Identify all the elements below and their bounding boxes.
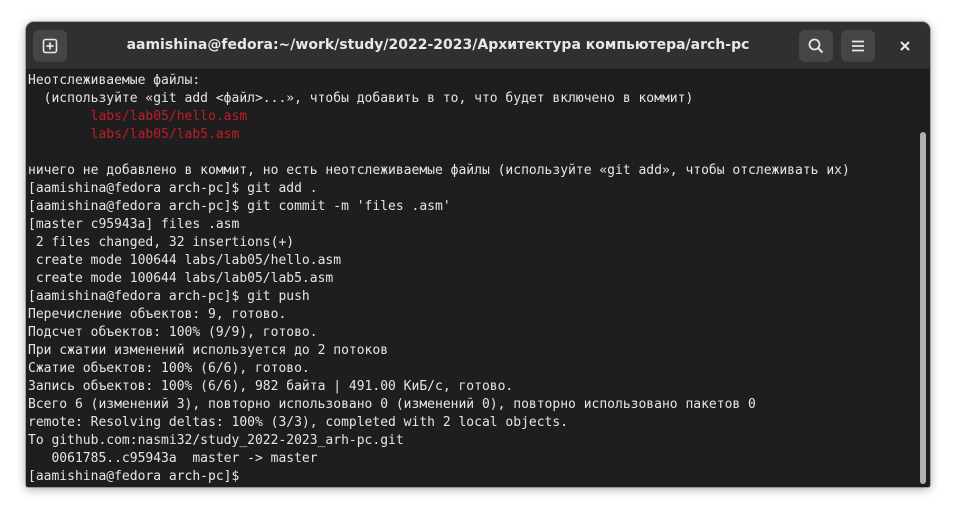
- window-title: aamishina@fedora:~/work/study/2022-2023/…: [126, 37, 750, 53]
- terminal-line: [aamishina@fedora arch-pc]$: [28, 469, 248, 484]
- terminal-line: (используйте «git add <файл>...», чтобы …: [28, 91, 694, 106]
- terminal-line: remote: Resolving deltas: 100% (3/3), co…: [28, 415, 569, 430]
- close-button[interactable]: [889, 30, 921, 62]
- terminal-line: Запись объектов: 100% (6/6), 982 байта |…: [28, 379, 514, 394]
- terminal-line: Неотслеживаемые файлы:: [28, 73, 201, 88]
- terminal-line: ничего не добавлено в коммит, но есть не…: [28, 163, 850, 178]
- terminal-line: [aamishina@fedora arch-pc]$ git push: [28, 289, 310, 304]
- scrollbar[interactable]: [920, 132, 926, 484]
- search-icon: [808, 38, 824, 54]
- terminal-line: Всего 6 (изменений 3), повторно использо…: [28, 397, 756, 412]
- terminal-line: При сжатии изменений используется до 2 п…: [28, 343, 389, 358]
- terminal-line: [aamishina@fedora arch-pc]$ git add .: [28, 181, 318, 196]
- new-tab-button[interactable]: [33, 30, 67, 62]
- terminal-line: Перечисление объектов: 9, готово.: [28, 307, 287, 322]
- terminal-line: Подсчет объектов: 100% (9/9), готово.: [28, 325, 318, 340]
- terminal-line: 2 files changed, 32 insertions(+): [28, 235, 295, 250]
- search-button[interactable]: [799, 30, 833, 62]
- new-tab-icon: [42, 38, 58, 54]
- terminal-line: labs/lab05/hello.asm: [28, 109, 248, 124]
- terminal-line: To github.com:nasmi32/study_2022-2023_ar…: [28, 433, 404, 448]
- terminal-line: 0061785..c95943a master -> master: [28, 451, 318, 466]
- terminal-line: [master c95943a] files .asm: [28, 217, 240, 232]
- terminal-line: Сжатие объектов: 100% (6/6), готово.: [28, 361, 310, 376]
- terminal-output[interactable]: Неотслеживаемые файлы: (используйте «git…: [26, 70, 916, 487]
- terminal-line: [aamishina@fedora arch-pc]$ git commit -…: [28, 199, 451, 214]
- main-menu-button[interactable]: [841, 30, 875, 62]
- hamburger-menu-icon: [850, 38, 866, 54]
- terminal-line: labs/lab05/lab5.asm: [28, 127, 240, 142]
- title-bar[interactable]: aamishina@fedora:~/work/study/2022-2023/…: [26, 22, 930, 70]
- terminal-line: create mode 100644 labs/lab05/hello.asm: [28, 253, 342, 268]
- terminal-line: create mode 100644 labs/lab05/lab5.asm: [28, 271, 334, 286]
- close-icon: [899, 40, 911, 52]
- terminal-window: aamishina@fedora:~/work/study/2022-2023/…: [26, 22, 930, 487]
